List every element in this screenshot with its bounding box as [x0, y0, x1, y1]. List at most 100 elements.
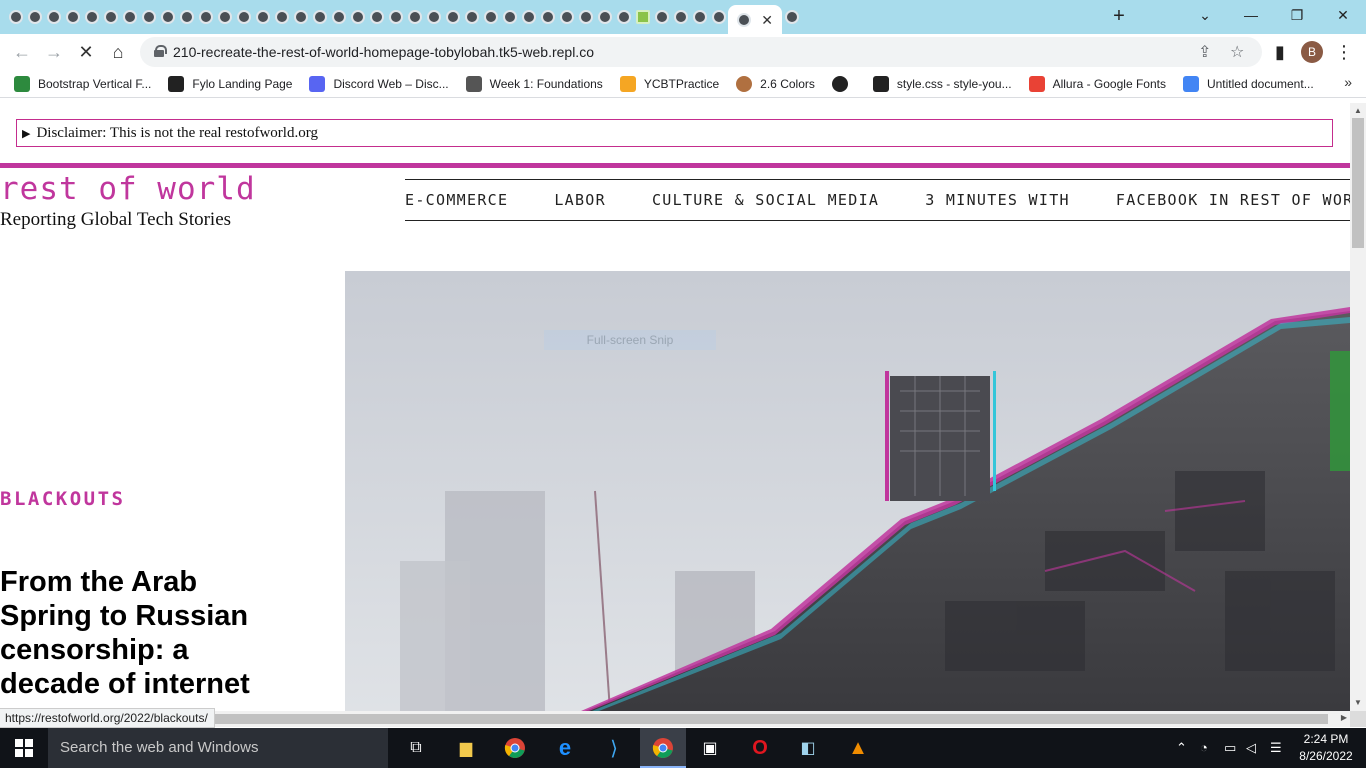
browser-tab[interactable] [139, 5, 158, 29]
bookmark-star-icon[interactable]: ☆ [1230, 42, 1244, 62]
vlc-icon[interactable]: ▲ [846, 736, 870, 760]
browser-tab[interactable] [424, 5, 443, 29]
bookmark-item[interactable]: Untitled document... [1182, 75, 1314, 92]
file-explorer-icon[interactable]: ▆ [454, 736, 478, 760]
browser-tab[interactable] [329, 5, 348, 29]
opera-icon[interactable]: O [748, 736, 772, 760]
wifi-icon[interactable]: ◔ [1200, 740, 1208, 755]
scroll-down-arrow-icon[interactable]: ▼ [1354, 698, 1362, 707]
profile-avatar[interactable]: B [1301, 41, 1323, 63]
windows-start-icon[interactable] [15, 739, 33, 757]
restore-button[interactable]: ❐ [1282, 4, 1312, 26]
bookmarks-overflow-icon[interactable]: » [1344, 74, 1352, 90]
browser-tab[interactable] [6, 5, 25, 29]
chrome-profile-icon[interactable] [651, 736, 675, 760]
new-tab-button[interactable]: + [1108, 5, 1130, 29]
browser-tab[interactable] [253, 5, 272, 29]
bookmark-item[interactable]: YCBTPractice [619, 75, 719, 92]
site-logo[interactable]: rest of world [0, 171, 256, 207]
browser-tab[interactable] [158, 5, 177, 29]
minimize-button[interactable]: — [1236, 4, 1266, 26]
chrome-icon[interactable] [503, 736, 527, 760]
store-icon[interactable]: ▣ [698, 736, 722, 760]
bookmark-item[interactable]: Discord Web – Disc... [309, 75, 449, 92]
bookmark-item[interactable]: Bootstrap Vertical F... [14, 75, 151, 92]
browser-tab[interactable] [196, 5, 215, 29]
hero-image[interactable] [345, 271, 1350, 711]
browser-tab[interactable] [44, 5, 63, 29]
nav-link[interactable]: FACEBOOK IN REST OF WORLD [1116, 191, 1350, 209]
battery-icon[interactable]: ▭ [1224, 740, 1236, 756]
browser-tab[interactable] [614, 5, 633, 29]
nav-link[interactable]: 3 MINUTES WITH [925, 191, 1070, 209]
browser-tab[interactable] [215, 5, 234, 29]
disclosure-triangle-icon[interactable]: ▶ [22, 128, 30, 140]
stop-loading-button[interactable]: ✕ [74, 40, 98, 64]
volume-icon[interactable]: ◁ [1246, 740, 1256, 756]
browser-tab[interactable] [310, 5, 329, 29]
lock-icon[interactable] [154, 45, 167, 57]
browser-tab[interactable] [348, 5, 367, 29]
browser-tab[interactable] [101, 5, 120, 29]
scroll-up-arrow-icon[interactable]: ▲ [1354, 106, 1362, 115]
notifications-icon[interactable]: ☰ [1270, 740, 1282, 756]
browser-tab[interactable] [519, 5, 538, 29]
bookmark-item[interactable]: Fylo Landing Page [168, 75, 292, 92]
scroll-right-arrow-icon[interactable]: ▶ [1341, 713, 1347, 722]
browser-tab[interactable] [120, 5, 139, 29]
bookmark-item[interactable]: 2.6 Colors [736, 75, 815, 92]
vertical-scrollbar[interactable]: ▲ ▼ [1350, 103, 1366, 711]
bookmark-item[interactable]: Allura - Google Fonts [1028, 75, 1166, 92]
story-headline[interactable]: From the Arab Spring to Russian censorsh… [0, 565, 290, 701]
address-bar[interactable]: 210-recreate-the-rest-of-world-homepage-… [140, 37, 1262, 67]
browser-tab[interactable] [272, 5, 291, 29]
close-tab-icon[interactable]: ✕ [761, 12, 773, 29]
nav-link[interactable]: LABOR [554, 191, 606, 209]
active-browser-tab[interactable]: ✕ [728, 5, 782, 35]
browser-tab[interactable] [500, 5, 519, 29]
browser-tab[interactable] [291, 5, 310, 29]
browser-tab[interactable] [462, 5, 481, 29]
browser-tab[interactable] [443, 5, 462, 29]
browser-tab[interactable] [557, 5, 576, 29]
browser-tab[interactable] [63, 5, 82, 29]
share-icon[interactable]: ⇪ [1198, 42, 1211, 62]
bookmark-item[interactable] [831, 75, 856, 92]
back-button[interactable]: ← [10, 40, 34, 64]
browser-tab[interactable] [709, 5, 728, 29]
browser-tab[interactable] [177, 5, 196, 29]
browser-tab[interactable] [782, 5, 801, 29]
browser-tab[interactable] [652, 5, 671, 29]
browser-tab[interactable] [25, 5, 44, 29]
tab-search-button[interactable]: ⌄ [1190, 4, 1220, 26]
browser-tab[interactable] [633, 5, 652, 29]
vscode-icon[interactable]: ⟩ [602, 736, 626, 760]
browser-tab[interactable] [690, 5, 709, 29]
task-view-icon[interactable]: ⧉ [404, 736, 428, 760]
taskbar-search-box[interactable]: Search the web and Windows [48, 728, 388, 768]
bookmark-item[interactable]: style.css - style-you... [872, 75, 1012, 92]
browser-tab[interactable] [576, 5, 595, 29]
taskbar-clock[interactable]: 2:24 PM 8/26/2022 [1296, 731, 1356, 765]
snipping-tool-icon[interactable]: ◧ [796, 736, 820, 760]
nav-link[interactable]: E-COMMERCE [405, 191, 508, 209]
browser-tab[interactable] [595, 5, 614, 29]
side-panel-icon[interactable]: ▮ [1268, 40, 1292, 64]
browser-tab[interactable] [671, 5, 690, 29]
browser-tab[interactable] [538, 5, 557, 29]
address-url[interactable]: 210-recreate-the-rest-of-world-homepage-… [173, 44, 594, 60]
bookmark-item[interactable]: Week 1: Foundations [465, 75, 603, 92]
menu-kebab-icon[interactable]: ⋮ [1332, 40, 1356, 64]
browser-tab[interactable] [82, 5, 101, 29]
vertical-scroll-thumb[interactable] [1352, 118, 1364, 248]
browser-tab[interactable] [234, 5, 253, 29]
browser-tab[interactable] [405, 5, 424, 29]
disclaimer-details[interactable]: ▶ Disclaimer: This is not the real restof… [16, 119, 1333, 147]
home-button[interactable]: ⌂ [106, 40, 130, 64]
tray-overflow-icon[interactable]: ⌃ [1176, 740, 1187, 756]
browser-tab[interactable] [481, 5, 500, 29]
browser-tab[interactable] [367, 5, 386, 29]
story-kicker[interactable]: BLACKOUTS [0, 488, 125, 510]
edge-icon[interactable]: e [553, 735, 577, 760]
nav-link[interactable]: CULTURE & SOCIAL MEDIA [652, 191, 879, 209]
